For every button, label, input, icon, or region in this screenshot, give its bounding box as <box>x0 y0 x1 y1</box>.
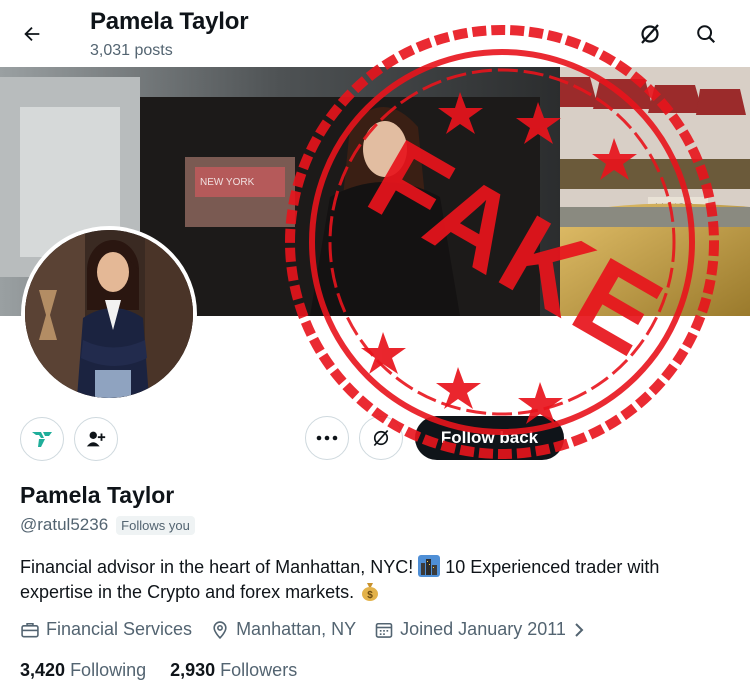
grok-profile-button[interactable] <box>359 416 403 460</box>
handle-row: @ratul5236 Follows you <box>20 515 195 535</box>
follow-stats: 3,420 Following 2,930 Followers <box>20 660 321 681</box>
category-item: Financial Services <box>20 619 192 640</box>
joined-label: Joined January 2011 <box>400 619 566 639</box>
cityscape-emoji-icon <box>418 555 441 577</box>
follows-you-badge: Follows you <box>116 515 195 535</box>
grok-small-icon <box>373 429 389 447</box>
profile-header: Pamela Taylor 3,031 posts <box>0 0 750 67</box>
avatar[interactable] <box>21 226 197 402</box>
location-pin-icon <box>213 620 227 639</box>
bio: Financial advisor in the heart of Manhat… <box>20 555 720 605</box>
followers-count: 2,930 <box>170 660 216 680</box>
subscribe-button[interactable] <box>20 417 64 461</box>
search-icon <box>697 25 716 44</box>
grok-button[interactable] <box>632 16 668 52</box>
post-count: 3,031 posts <box>90 42 173 59</box>
banner-sign-text-left: NEW YORK <box>200 177 255 188</box>
grok-icon <box>641 24 659 44</box>
following-link[interactable]: 3,420 Following <box>20 660 146 681</box>
avatar-photo <box>25 230 193 398</box>
svg-text:$: $ <box>367 590 373 601</box>
teal-logo-icon <box>32 432 52 447</box>
money-bag-emoji-icon: $ <box>362 583 379 601</box>
more-dots-icon <box>316 435 338 441</box>
search-button[interactable] <box>688 16 724 52</box>
calendar-icon <box>375 622 393 638</box>
add-to-list-button[interactable] <box>74 417 118 461</box>
back-button[interactable] <box>14 16 50 52</box>
location-item: Manhattan, NY <box>210 619 356 640</box>
more-button[interactable] <box>305 416 349 460</box>
chevron-right-icon <box>575 622 584 637</box>
following-count: 3,420 <box>20 660 66 680</box>
profile-meta: Financial Services Manhattan, NY Joined … <box>20 619 604 640</box>
category-label: Financial Services <box>46 619 193 639</box>
display-name: Pamela Taylor <box>20 482 175 508</box>
following-label: Following <box>70 660 147 680</box>
person-add-icon <box>86 431 106 447</box>
joined-item[interactable]: Joined January 2011 <box>374 619 586 640</box>
followers-link[interactable]: 2,930 Followers <box>170 660 297 681</box>
location-label: Manhattan, NY <box>236 619 357 639</box>
user-handle: @ratul5236 <box>20 515 109 534</box>
briefcase-icon <box>21 622 39 637</box>
bio-text-1: Financial advisor in the heart of Manhat… <box>20 557 419 577</box>
header-title: Pamela Taylor <box>90 8 249 35</box>
followers-label: Followers <box>220 660 298 680</box>
arrow-left-icon <box>24 26 40 42</box>
follow-back-button[interactable]: Follow back <box>415 416 564 460</box>
